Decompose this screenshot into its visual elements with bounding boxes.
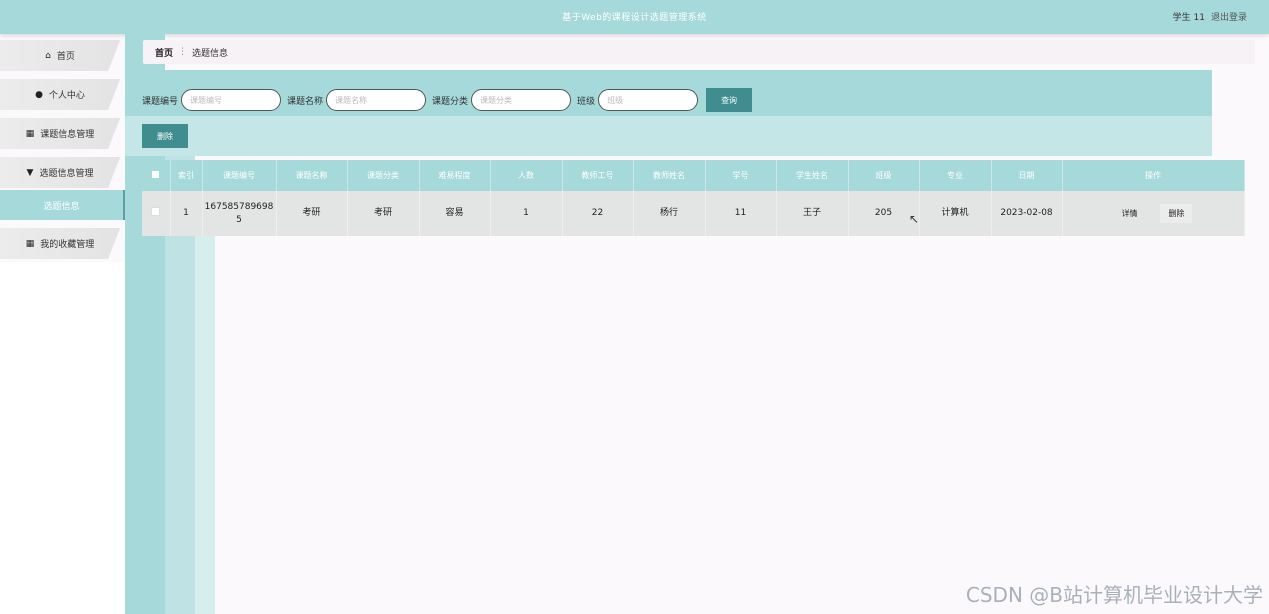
- sidebar-item-favorites[interactable]: ▦ 我的收藏管理: [0, 228, 120, 259]
- cell-teacher-name: 杨行: [633, 191, 706, 236]
- column-header: 课题编号: [202, 160, 277, 191]
- cell-difficulty: 容易: [419, 191, 491, 236]
- sidebar-background: [0, 262, 125, 614]
- topic-name-input[interactable]: [326, 89, 427, 111]
- column-header: 学号: [705, 160, 777, 191]
- sidebar-item-selection-management[interactable]: ▼ 选题信息管理: [0, 157, 120, 188]
- logout-link[interactable]: 退出登录: [1211, 10, 1247, 23]
- cell-student-no: 11: [705, 191, 777, 236]
- sidebar-item-topic-management[interactable]: ▦ 课题信息管理: [0, 118, 120, 149]
- pin-icon: ▼: [26, 167, 34, 178]
- column-header: 班级: [848, 160, 920, 191]
- breadcrumb-current: 选题信息: [192, 48, 229, 59]
- sidebar: ⌂ 首页 ● 个人中心 ▦ 课题信息管理 ▼ 选题信息管理 选题信息 ▦ 我的收…: [0, 40, 126, 267]
- column-header: 课题分类: [347, 160, 420, 191]
- breadcrumb-home[interactable]: 首页: [155, 46, 173, 59]
- detail-button[interactable]: 详情: [1114, 204, 1146, 223]
- sidebar-item-label: 我的收藏管理: [40, 240, 95, 250]
- column-header: 专业: [919, 160, 992, 191]
- row-delete-button[interactable]: 删除: [1160, 204, 1193, 223]
- column-header: 课题名称: [276, 160, 348, 191]
- batch-delete-button[interactable]: 删除: [142, 124, 188, 148]
- home-icon: ⌂: [45, 50, 51, 61]
- breadcrumb-separator: ⋮: [178, 47, 188, 57]
- sidebar-item-home[interactable]: ⌂ 首页: [0, 40, 120, 71]
- decor-strip: [195, 194, 215, 614]
- breadcrumb: 首页 ⋮ 选题信息: [143, 40, 1255, 64]
- user-icon: ●: [35, 89, 43, 100]
- table-header-row: 索引 课题编号 课题名称 课题分类 难易程度 人数 教师工号 教师姓名 学号 学…: [142, 160, 1245, 191]
- top-bar: 基于Web的课程设计选题管理系统 学生 11 退出登录: [0, 0, 1269, 34]
- cell-index: 1: [170, 191, 203, 236]
- column-header: 索引: [170, 160, 203, 191]
- main-content: 首页 ⋮ 选题信息 课题编号 课题名称 课题分类 班级 查询 删除 索引 课题编…: [125, 34, 1269, 614]
- column-header: 教师工号: [562, 160, 634, 191]
- topic-no-label: 课题编号: [142, 96, 179, 107]
- query-button[interactable]: 查询: [706, 88, 753, 112]
- cell-student-name: 王子: [776, 191, 849, 236]
- sidebar-item-profile[interactable]: ● 个人中心: [0, 79, 120, 110]
- sidebar-item-label: 个人中心: [48, 91, 85, 101]
- column-header: 难易程度: [419, 160, 491, 191]
- sidebar-item-label: 选题信息管理: [39, 169, 94, 179]
- table-row: 1 1675857896985 考研 考研 容易 1 22 杨行 11 王子 2…: [142, 191, 1245, 236]
- mouse-cursor-icon: ↖: [909, 212, 920, 226]
- row-checkbox[interactable]: [142, 191, 171, 236]
- grid-icon: ▦: [25, 238, 35, 249]
- sidebar-subitem-selection-info[interactable]: 选题信息: [0, 190, 126, 220]
- sidebar-item-label: 首页: [56, 52, 75, 62]
- search-form: 课题编号 课题名称 课题分类 班级 查询: [142, 88, 753, 112]
- class-label: 班级: [577, 96, 596, 107]
- cell-people: 1: [490, 191, 563, 236]
- select-all-checkbox[interactable]: [142, 160, 171, 191]
- topic-name-label: 课题名称: [287, 96, 324, 107]
- column-header: 人数: [490, 160, 563, 191]
- cell-major: 计算机: [919, 191, 992, 236]
- cell-category: 考研: [347, 191, 420, 236]
- cell-topic-name: 考研: [276, 191, 348, 236]
- cell-date: 2023-02-08: [991, 191, 1063, 236]
- grid-icon: ▦: [25, 128, 35, 139]
- column-header: 学生姓名: [776, 160, 849, 191]
- current-user: 学生 11: [1172, 13, 1205, 23]
- column-header: 教师姓名: [633, 160, 706, 191]
- cell-teacher-no: 22: [562, 191, 634, 236]
- selection-table: 索引 课题编号 课题名称 课题分类 难易程度 人数 教师工号 教师姓名 学号 学…: [142, 160, 1245, 236]
- toolbar-panel: [125, 116, 1212, 156]
- sidebar-item-label: 课题信息管理: [40, 130, 95, 140]
- watermark: CSDN @B站计算机毕业设计大学: [965, 583, 1263, 607]
- cell-topic-no: 1675857896985: [202, 191, 277, 236]
- topic-category-input[interactable]: [471, 89, 572, 111]
- topic-no-input[interactable]: [181, 89, 282, 111]
- cell-actions: 详情 删除: [1062, 191, 1245, 236]
- column-header: 操作: [1062, 160, 1245, 191]
- class-input[interactable]: [598, 89, 699, 111]
- app-title: 基于Web的课程设计选题管理系统: [562, 13, 707, 23]
- topic-category-label: 课题分类: [432, 96, 469, 107]
- column-header: 日期: [991, 160, 1063, 191]
